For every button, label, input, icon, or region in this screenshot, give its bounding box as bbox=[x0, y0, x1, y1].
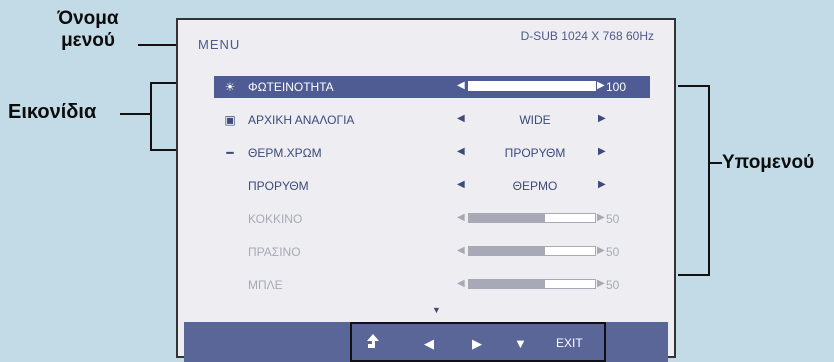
menu-item-label: ΦΩΤΕΙΝΟΤΗΤΑ bbox=[248, 80, 334, 94]
right-arrow-icon[interactable]: ▶ bbox=[597, 212, 605, 223]
right-arrow-icon[interactable]: ▶ bbox=[598, 179, 606, 190]
submenu-annotation: Υπομενού bbox=[722, 152, 815, 173]
submenu-bracket-bottom bbox=[678, 274, 710, 276]
icons-annotation: Εικονίδια bbox=[8, 101, 97, 123]
menu-name-annotation: Όνομα μενού bbox=[38, 8, 138, 52]
menu-item-label: ΠΡΟΡΥΘΜ bbox=[248, 179, 309, 193]
thermometer-icon: ━ bbox=[226, 146, 234, 160]
menu-item-label: ΘΕΡΜ.ΧΡΩΜ bbox=[248, 146, 322, 160]
icons-pointer-line bbox=[120, 113, 150, 115]
menu-panel: ☀ ΦΩΤΕΙΝΟΤΗΤΑ ◀ ▶ 100 ▣ ΑΡΧΙΚΗ ΑΝΑΛΟΓΙΑ … bbox=[184, 50, 668, 318]
left-arrow-icon[interactable]: ◀ bbox=[457, 113, 465, 124]
option-value: ΠΡΟΡΥΘΜ bbox=[504, 146, 566, 160]
up-arrow-icon[interactable] bbox=[366, 333, 380, 352]
slider-fill bbox=[469, 280, 545, 288]
brightness-slider[interactable] bbox=[468, 81, 596, 91]
submenu-bracket-top bbox=[678, 85, 710, 87]
menu-item-blue[interactable]: ΜΠΛΕ ◀ ▶ 50 bbox=[214, 274, 650, 296]
sun-icon: ☀ bbox=[224, 80, 236, 94]
right-arrow-icon[interactable]: ▶ bbox=[597, 278, 605, 289]
red-slider[interactable] bbox=[468, 213, 596, 223]
submenu-pointer-line bbox=[708, 162, 722, 164]
slider-value: 50 bbox=[606, 212, 620, 226]
right-arrow-icon[interactable]: ▶ bbox=[598, 113, 606, 124]
left-arrow-icon[interactable]: ◀ bbox=[457, 212, 465, 223]
left-arrow-icon[interactable]: ◀ bbox=[457, 278, 465, 289]
menu-item-label: ΜΠΛΕ bbox=[248, 278, 283, 292]
blue-slider[interactable] bbox=[468, 279, 596, 289]
menu-item-color-temp[interactable]: ━ ΘΕΡΜ.ΧΡΩΜ ◀ ΠΡΟΡΥΘΜ ▶ bbox=[214, 142, 650, 164]
menu-item-label: ΚΟΚΚΙΝΟ bbox=[248, 212, 303, 226]
slider-fill bbox=[469, 214, 545, 222]
left-arrow-icon[interactable]: ◀ bbox=[457, 146, 465, 157]
menu-item-label: ΑΡΧΙΚΗ ΑΝΑΛΟΓΙΑ bbox=[248, 113, 355, 127]
menu-item-green[interactable]: ΠΡΑΣΙΝΟ ◀ ▶ 50 bbox=[214, 241, 650, 263]
icons-bracket-vertical bbox=[150, 82, 152, 151]
slider-fill bbox=[469, 247, 545, 255]
slider-fill bbox=[469, 82, 595, 90]
menu-item-label: ΠΡΑΣΙΝΟ bbox=[248, 245, 301, 259]
left-arrow-icon[interactable]: ◀ bbox=[457, 179, 465, 190]
slider-value: 50 bbox=[606, 278, 620, 292]
down-arrow-icon[interactable]: ▼ bbox=[514, 336, 527, 351]
menu-item-red[interactable]: ΚΟΚΚΙΝΟ ◀ ▶ 50 bbox=[214, 208, 650, 230]
menu-name-annotation-line1: Όνομα bbox=[57, 8, 119, 29]
left-arrow-icon[interactable]: ◀ bbox=[457, 80, 465, 91]
option-value: WIDE bbox=[519, 113, 551, 127]
exit-button[interactable]: EXIT bbox=[556, 336, 583, 350]
right-arrow-icon[interactable]: ▶ bbox=[597, 80, 605, 91]
button-bar: ◀ ▶ ▼ EXIT bbox=[184, 322, 668, 362]
resolution-info: D-SUB 1024 X 768 60Hz bbox=[520, 29, 654, 43]
option-value: ΘΕΡΜΟ bbox=[512, 179, 558, 193]
green-slider[interactable] bbox=[468, 246, 596, 256]
monitor-icon: ▣ bbox=[224, 113, 236, 127]
osd-menu-window: MENU D-SUB 1024 X 768 60Hz ☀ ΦΩΤΕΙΝΟΤΗΤΑ… bbox=[176, 18, 676, 362]
right-arrow-icon[interactable]: ▶ bbox=[598, 146, 606, 157]
more-items-chevron-down-icon: ▼ bbox=[432, 305, 441, 315]
menu-item-brightness[interactable]: ☀ ΦΩΤΕΙΝΟΤΗΤΑ ◀ ▶ 100 bbox=[214, 76, 650, 98]
slider-value: 50 bbox=[606, 245, 620, 259]
submenu-bracket-vertical bbox=[708, 85, 710, 276]
menu-item-aspect-ratio[interactable]: ▣ ΑΡΧΙΚΗ ΑΝΑΛΟΓΙΑ ◀ WIDE ▶ bbox=[214, 109, 650, 131]
menu-name-annotation-line2: μενού bbox=[61, 30, 115, 51]
button-guide: ◀ ▶ ▼ EXIT bbox=[350, 322, 606, 362]
left-arrow-icon[interactable]: ◀ bbox=[424, 336, 434, 352]
slider-value: 100 bbox=[606, 80, 627, 94]
right-arrow-icon[interactable]: ▶ bbox=[472, 336, 482, 352]
menu-item-preset[interactable]: ΠΡΟΡΥΘΜ ◀ ΘΕΡΜΟ ▶ bbox=[214, 175, 650, 197]
left-arrow-icon[interactable]: ◀ bbox=[457, 245, 465, 256]
right-arrow-icon[interactable]: ▶ bbox=[597, 245, 605, 256]
